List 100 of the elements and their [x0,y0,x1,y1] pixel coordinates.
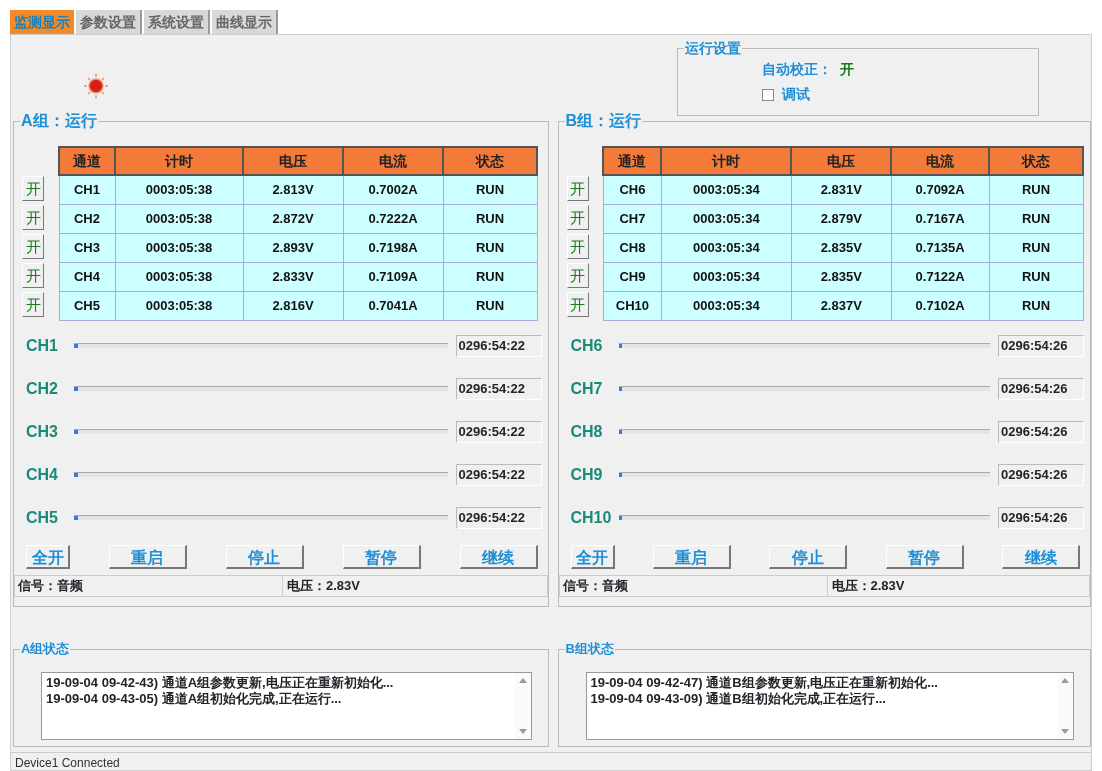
channel-switch-button[interactable]: 开 [22,292,44,317]
signal-text: 信号：音频 [559,575,828,596]
column-header: 电流 [891,147,990,175]
tab[interactable]: 曲线显示 [212,10,278,34]
table-cell: 0003:05:34 [661,291,792,320]
table-cell: 0003:05:38 [115,204,243,233]
control-button[interactable]: 重启 [108,544,187,569]
column-header: 通道 [603,147,662,175]
table-cell: 2.831V [791,175,892,204]
time-readout: 0296:54:22 [455,506,542,529]
table-cell: CH10 [603,291,662,320]
control-button[interactable]: 停止 [769,544,848,569]
table-cell: 0.7002A [343,175,443,204]
control-button[interactable]: 停止 [225,544,304,569]
column-header: 计时 [661,147,792,175]
channel-label: CH6 [569,335,604,356]
table-cell: RUN [443,291,537,320]
channel-switch-button[interactable]: 开 [566,205,589,230]
auto-calibration-value: 开 [840,60,854,79]
scroll-down-icon[interactable] [1061,729,1069,735]
channel-switch-button[interactable]: 开 [22,234,44,259]
table-cell: 0003:05:34 [661,175,792,204]
channel-switch-button[interactable]: 开 [22,205,44,230]
control-button[interactable]: 继续 [1002,544,1080,569]
table-cell: CH5 [59,291,115,320]
table-cell: 0.7222A [343,204,443,233]
table-cell: 2.816V [243,291,343,320]
log-line: 19-09-04 09-43-09) 通道B组初始化完成,正在运行... [590,691,887,707]
table-cell: RUN [989,233,1083,262]
column-header: 电压 [243,147,343,175]
group-title: A组：运行 [20,112,98,130]
time-readout: 0296:54:26 [998,377,1084,400]
channel-switch-button[interactable]: 开 [566,263,589,288]
channel-label: CH8 [569,421,604,442]
control-button[interactable]: 全开 [570,544,615,569]
channel-switch-button[interactable]: 开 [566,234,589,259]
table-cell: RUN [989,175,1083,204]
control-button[interactable]: 暂停 [342,544,421,569]
tab[interactable]: 参数设置 [76,10,142,34]
log-title: A组状态 [20,640,71,658]
voltage-text: 电压：2.83V [830,576,905,595]
table-cell: 0003:05:38 [115,262,243,291]
table-cell: RUN [989,204,1083,233]
table-cell: 0.7092A [891,175,990,204]
channel-label: CH3 [25,421,59,442]
voltage-text: 电压：2.83V [286,576,360,595]
table-cell: CH7 [603,204,662,233]
time-readout: 0296:54:22 [455,463,542,486]
time-readout: 0296:54:26 [998,334,1084,357]
scrollbar[interactable] [1057,673,1073,739]
table-cell: 0003:05:38 [115,291,243,320]
table-cell: 0003:05:38 [115,175,243,204]
table-cell: 0.7041A [343,291,443,320]
time-readout: 0296:54:26 [998,506,1084,529]
table-cell: 0.7122A [891,262,990,291]
control-button[interactable]: 继续 [459,544,538,569]
table-cell: RUN [989,291,1083,320]
log-line: 19-09-04 09-43-05) 通道A组初始化完成,正在运行... [46,691,343,707]
channel-label: CH4 [25,464,59,485]
control-button[interactable]: 暂停 [885,544,964,569]
channel-label: CH5 [25,507,59,528]
table-cell: CH8 [603,233,662,262]
signal-text: 信号：音频 [15,575,283,596]
column-header: 电流 [343,147,443,175]
tab[interactable]: 系统设置 [144,10,210,34]
log-title: B组状态 [564,640,615,658]
table-cell: 2.872V [243,204,343,233]
table-cell: 0003:05:34 [661,233,792,262]
table-cell: CH1 [59,175,115,204]
table-cell: 0.7135A [891,233,990,262]
table-cell: CH6 [603,175,662,204]
channel-switch-button[interactable]: 开 [22,263,44,288]
table-cell: 2.893V [243,233,343,262]
table-cell: RUN [443,233,537,262]
column-header: 状态 [443,147,537,175]
channel-label: CH9 [569,464,604,485]
table-cell: RUN [443,175,537,204]
column-header: 电压 [791,147,892,175]
channel-switch-button[interactable]: 开 [566,176,589,201]
table-cell: 2.813V [243,175,343,204]
table-cell: 2.835V [791,262,892,291]
scroll-up-icon[interactable] [1061,677,1069,683]
table-cell: RUN [443,204,537,233]
control-button[interactable]: 全开 [26,544,70,569]
debug-checkbox[interactable] [762,88,774,101]
scrollbar[interactable] [514,673,531,739]
channel-switch-button[interactable]: 开 [22,176,44,201]
channel-label: CH2 [25,378,59,399]
channel-switch-button[interactable]: 开 [566,292,589,317]
table-cell: RUN [989,262,1083,291]
control-button[interactable]: 重启 [652,544,731,569]
time-readout: 0296:54:22 [455,334,542,357]
time-readout: 0296:54:22 [455,377,542,400]
table-cell: 0.7198A [343,233,443,262]
scroll-up-icon[interactable] [518,677,527,683]
group-title: B组：运行 [564,112,643,130]
channel-label: CH1 [25,335,59,356]
time-readout: 0296:54:22 [455,420,542,443]
scroll-down-icon[interactable] [518,729,527,735]
column-header: 状态 [989,147,1083,175]
